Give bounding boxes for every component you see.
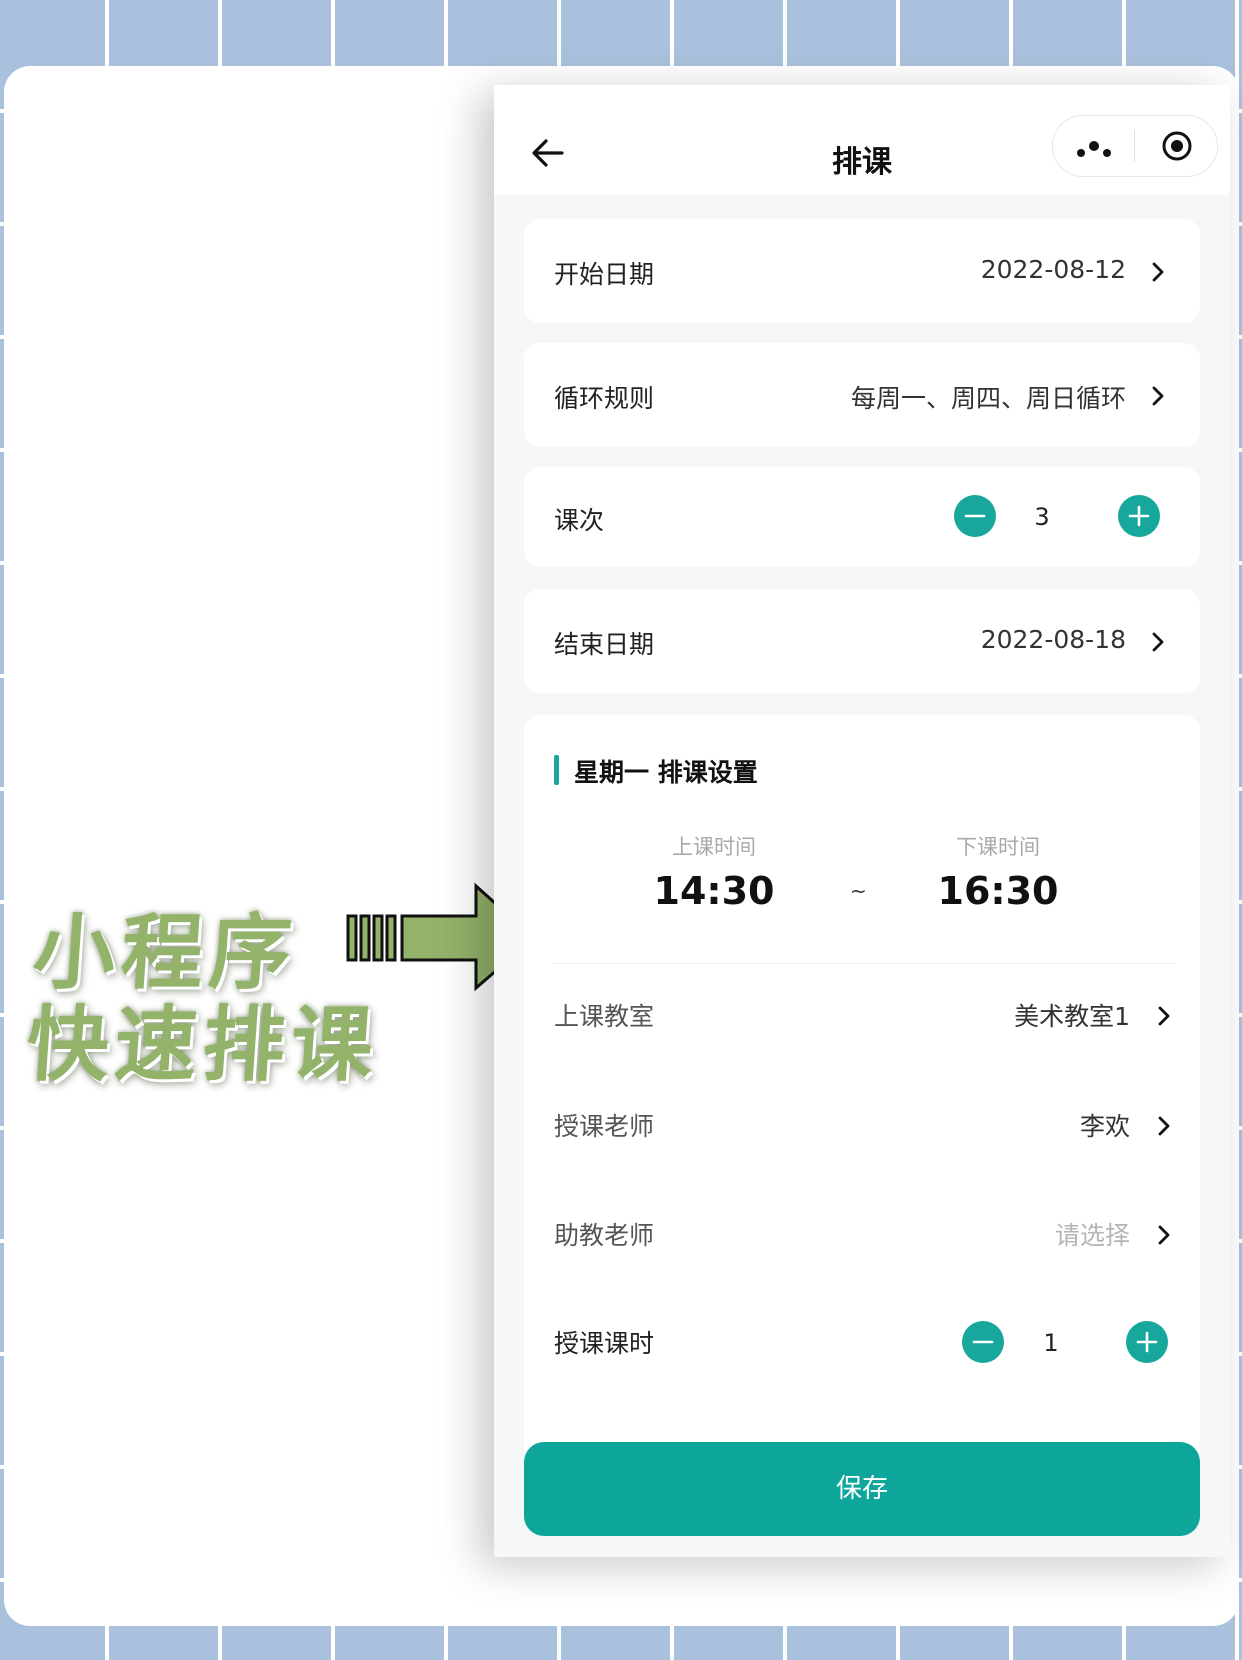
- sessions-increment-button[interactable]: [1118, 495, 1160, 537]
- mini-program-screen: 排课 开始日期 2022-08-12 循环规则 每周一、周四、周日循环 课次 3…: [494, 85, 1230, 1557]
- sessions-row: 课次 3: [524, 467, 1200, 567]
- capsule-menu: [1052, 115, 1218, 177]
- chevron-right-icon: [1152, 386, 1164, 406]
- close-miniprogram-icon[interactable]: [1161, 130, 1193, 162]
- sessions-value: 3: [1034, 503, 1050, 531]
- assistant-row[interactable]: 助教老师 请选择: [524, 1204, 1200, 1264]
- section-accent-bar: [554, 755, 559, 785]
- end-date-value: 2022-08-18: [980, 625, 1126, 654]
- time-separator: ~: [850, 879, 867, 903]
- repeat-rule-label: 循环规则: [554, 384, 655, 413]
- minus-icon: [964, 514, 986, 518]
- minus-icon: [972, 1340, 994, 1344]
- end-date-label: 结束日期: [554, 630, 655, 659]
- hours-decrement-button[interactable]: [962, 1321, 1004, 1363]
- classroom-value: 美术教室1: [1014, 1002, 1130, 1031]
- assistant-label: 助教老师: [554, 1221, 655, 1250]
- teacher-row[interactable]: 授课老师 李欢: [524, 1095, 1200, 1155]
- end-time-caption: 下课时间: [956, 835, 1040, 859]
- promo-line-2: 快速排课: [23, 998, 383, 1093]
- plus-icon: [1128, 505, 1150, 527]
- start-date-value: 2022-08-12: [980, 255, 1126, 284]
- divider: [554, 963, 1174, 964]
- chevron-right-icon: [1158, 1116, 1170, 1136]
- sessions-label: 课次: [554, 506, 605, 535]
- chevron-right-icon: [1152, 262, 1164, 282]
- sessions-decrement-button[interactable]: [954, 495, 996, 537]
- plus-icon: [1136, 1331, 1158, 1353]
- classroom-label: 上课教室: [554, 1002, 655, 1031]
- hours-value: 1: [1043, 1329, 1059, 1357]
- start-date-label: 开始日期: [554, 260, 655, 289]
- save-button[interactable]: 保存: [524, 1442, 1200, 1536]
- chevron-right-icon: [1152, 632, 1164, 652]
- end-date-row[interactable]: 结束日期 2022-08-18: [524, 589, 1200, 693]
- start-date-row[interactable]: 开始日期 2022-08-12: [524, 219, 1200, 323]
- hours-increment-button[interactable]: [1126, 1321, 1168, 1363]
- section-title: 星期一 排课设置: [574, 758, 758, 787]
- start-time-picker[interactable]: 14:30: [614, 869, 814, 913]
- assistant-placeholder: 请选择: [1054, 1221, 1130, 1250]
- repeat-rule-value: 每周一、周四、周日循环: [850, 384, 1126, 413]
- repeat-rule-row[interactable]: 循环规则 每周一、周四、周日循环: [524, 343, 1200, 447]
- teacher-label: 授课老师: [554, 1112, 655, 1141]
- more-icon[interactable]: [1077, 141, 1115, 161]
- hours-label: 授课课时: [554, 1329, 655, 1358]
- nav-bar: 排课: [494, 85, 1230, 195]
- classroom-row[interactable]: 上课教室 美术教室1: [524, 985, 1200, 1045]
- teacher-value: 李欢: [1079, 1112, 1130, 1141]
- end-time-picker[interactable]: 16:30: [898, 869, 1098, 913]
- hours-row: 授课课时 1: [524, 1312, 1200, 1372]
- start-time-caption: 上课时间: [672, 835, 756, 859]
- capsule-divider: [1134, 130, 1135, 162]
- monday-schedule-panel: 星期一 排课设置 上课时间 14:30 ~ 下课时间 16:30 上课教室 美术…: [524, 715, 1200, 1475]
- chevron-right-icon: [1158, 1006, 1170, 1026]
- chevron-right-icon: [1158, 1225, 1170, 1245]
